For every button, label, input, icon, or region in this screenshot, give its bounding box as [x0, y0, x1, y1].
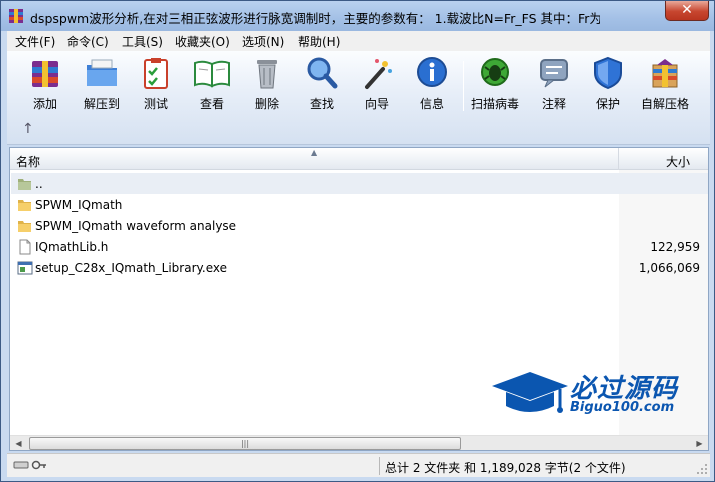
wizard-icon — [365, 59, 392, 89]
watermark-logo: 必过源码 Biguo100.com — [490, 368, 700, 428]
folder-icon — [18, 200, 31, 211]
wizard-label: 向导 — [364, 97, 389, 111]
file-name: SPWM_IQmath waveform analyse — [35, 219, 237, 233]
test-icon — [144, 58, 168, 89]
view-button[interactable]: 查看 — [184, 55, 240, 113]
executable-file-icon — [17, 261, 33, 275]
virus-scan-button[interactable]: 扫描病毒 — [467, 55, 523, 113]
virus-scan-label: 扫描病毒 — [470, 97, 519, 111]
horizontal-scrollbar[interactable]: ◀ ||| ▶ — [10, 435, 708, 450]
list-row-parent[interactable]: .. — [11, 173, 708, 194]
protect-button[interactable]: 保护 — [580, 55, 636, 113]
delete-icon — [257, 60, 277, 89]
file-name: SPWM_IQmath — [35, 198, 123, 212]
delete-button[interactable]: 删除 — [239, 55, 295, 113]
add-archive-icon — [32, 61, 58, 87]
column-divider[interactable] — [618, 148, 619, 170]
extract-to-icon — [87, 59, 117, 86]
find-button[interactable]: 查找 — [294, 55, 350, 113]
status-divider — [379, 457, 380, 475]
title-bar[interactable]: dspspwm波形分析,在对三相正弦波形进行脉宽调制时，主要的参数有： 1.载波… — [1, 1, 714, 31]
toolbar-separator — [463, 61, 464, 111]
sfx-label: 自解压格 — [640, 97, 689, 111]
list-row[interactable]: SPWM_IQmath waveform analyse — [11, 215, 708, 236]
delete-label: 删除 — [254, 97, 279, 111]
protect-icon — [594, 56, 622, 90]
comment-icon — [540, 59, 568, 88]
file-name: .. — [35, 177, 43, 191]
info-button[interactable]: 信息 — [404, 55, 460, 113]
info-label: 信息 — [419, 97, 444, 111]
menu-favorites[interactable]: 收藏夹(O) — [175, 33, 230, 50]
watermark-subtitle: Biguo100.com — [570, 400, 675, 415]
list-row[interactable]: setup_C28x_IQmath_Library.exe 1,066,069 — [11, 257, 708, 278]
winrar-app-icon — [9, 9, 23, 23]
file-name: setup_C28x_IQmath_Library.exe — [35, 261, 227, 275]
wizard-button[interactable]: 向导 — [349, 55, 405, 113]
folder-icon — [18, 221, 31, 232]
add-label: 添加 — [32, 97, 57, 111]
status-summary: 总计 2 文件夹 和 1,189,028 字节(2 个文件) — [385, 461, 626, 475]
extract-to-button[interactable]: 解压到 — [74, 55, 130, 113]
comment-label: 注释 — [541, 97, 566, 111]
winrar-window: dspspwm波形分析,在对三相正弦波形进行脉宽调制时，主要的参数有： 1.载波… — [0, 0, 715, 482]
toolbar: 添加 解压到 测试 查看 删除 查找 向导 信息 扫描病毒 注释 保护 自解压格… — [7, 51, 710, 145]
list-header: 名称 ▲ 大小 — [10, 148, 708, 170]
status-bar: 总计 2 文件夹 和 1,189,028 字节(2 个文件) — [7, 453, 710, 477]
info-icon — [417, 57, 447, 87]
graduation-cap-icon — [492, 372, 568, 413]
menu-bar: 文件(F) 命令(C) 工具(S) 收藏夹(O) 选项(N) 帮助(H) — [7, 31, 710, 51]
protect-label: 保护 — [595, 97, 620, 111]
sort-ascending-icon: ▲ — [311, 148, 318, 157]
extract-to-label: 解压到 — [83, 97, 120, 111]
sfx-button[interactable]: 自解压格 — [637, 55, 693, 113]
file-name: IQmathLib.h — [35, 240, 109, 254]
close-button[interactable]: ✕ — [665, 1, 709, 21]
column-size-header[interactable]: 大小 — [666, 153, 690, 170]
parent-folder-icon — [18, 179, 31, 190]
find-label: 查找 — [309, 97, 334, 111]
resize-grip-icon[interactable] — [696, 463, 708, 475]
menu-help[interactable]: 帮助(H) — [298, 33, 340, 50]
find-icon — [307, 57, 338, 89]
view-label: 查看 — [199, 97, 224, 111]
sfx-icon — [652, 59, 678, 88]
test-button[interactable]: 测试 — [128, 55, 184, 113]
list-row[interactable]: SPWM_IQmath — [11, 194, 708, 215]
test-label: 测试 — [143, 97, 168, 111]
virus-scan-icon — [481, 58, 509, 86]
scroll-left-icon[interactable]: ◀ — [11, 437, 26, 450]
file-size: 122,959 — [650, 240, 700, 254]
list-row[interactable]: IQmathLib.h 122,959 — [11, 236, 708, 257]
window-title: dspspwm波形分析,在对三相正弦波形进行脉宽调制时，主要的参数有： 1.载波… — [30, 11, 600, 26]
comment-button[interactable]: 注释 — [526, 55, 582, 113]
file-size: 1,066,069 — [638, 261, 700, 275]
scrollbar-thumb[interactable]: ||| — [29, 437, 461, 450]
menu-file[interactable]: 文件(F) — [15, 33, 55, 50]
up-folder-icon[interactable]: ↑ — [22, 121, 38, 137]
view-icon — [194, 60, 230, 88]
document-file-icon — [19, 239, 31, 255]
scroll-right-icon[interactable]: ▶ — [692, 437, 707, 450]
menu-commands[interactable]: 命令(C) — [67, 33, 109, 50]
menu-tools[interactable]: 工具(S) — [122, 33, 163, 50]
menu-options[interactable]: 选项(N) — [242, 33, 284, 50]
drive-key-icon[interactable] — [13, 458, 47, 472]
file-list[interactable]: 名称 ▲ 大小 .. SPWM_IQmath SPWM_IQmath wavef… — [9, 147, 709, 451]
column-name-header[interactable]: 名称 — [16, 153, 40, 170]
add-button[interactable]: 添加 — [17, 55, 73, 113]
close-icon: ✕ — [681, 2, 693, 18]
